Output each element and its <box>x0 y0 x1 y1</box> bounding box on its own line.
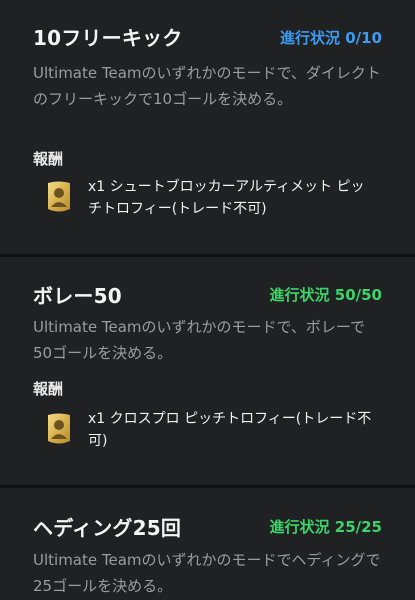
gold-trophy-card-icon <box>48 413 70 444</box>
objective-card-free-kick[interactable]: 10フリーキック 進行状況 0/10 Ultimate Teamのいずれかのモー… <box>0 0 415 254</box>
gold-trophy-card-icon <box>48 181 70 212</box>
objective-card-volley[interactable]: ボレー50 進行状況 50/50 Ultimate Teamのいずれかのモードで… <box>0 257 415 485</box>
reward-heading: 報酬 <box>33 380 64 398</box>
reward-text: x1 シュートブロッカーアルティメット ピッチトロフィー(トレード不可) <box>88 179 365 217</box>
objective-description: Ultimate Teamのいずれかのモードで、ボレーで50ゴールを決める。 <box>33 318 366 362</box>
reward-item: x1 シュートブロッカーアルティメット ピッチトロフィー(トレード不可) <box>46 176 376 222</box>
objective-progress: 進行状況 50/50 <box>269 286 382 304</box>
reward-item: x1 クロスプロ ピッチトロフィー(トレード不可) <box>46 408 376 454</box>
objective-title: ボレー50 <box>33 284 122 308</box>
objective-card-header[interactable]: ヘディング25回 進行状況 25/25 Ultimate Teamのいずれかのモ… <box>0 488 415 600</box>
objective-progress: 進行状況 25/25 <box>269 518 382 536</box>
objective-progress: 進行状況 0/10 <box>279 29 382 47</box>
objective-title: 10フリーキック <box>33 26 183 50</box>
objective-description: Ultimate Teamのいずれかのモードでヘディングで25ゴールを決める。 <box>33 551 381 595</box>
objective-title: ヘディング25回 <box>33 516 182 540</box>
objective-description: Ultimate Teamのいずれかのモードで、ダイレクトのフリーキックで10ゴ… <box>33 64 381 108</box>
reward-text: x1 クロスプロ ピッチトロフィー(トレード不可) <box>88 411 372 449</box>
reward-heading: 報酬 <box>33 150 64 168</box>
